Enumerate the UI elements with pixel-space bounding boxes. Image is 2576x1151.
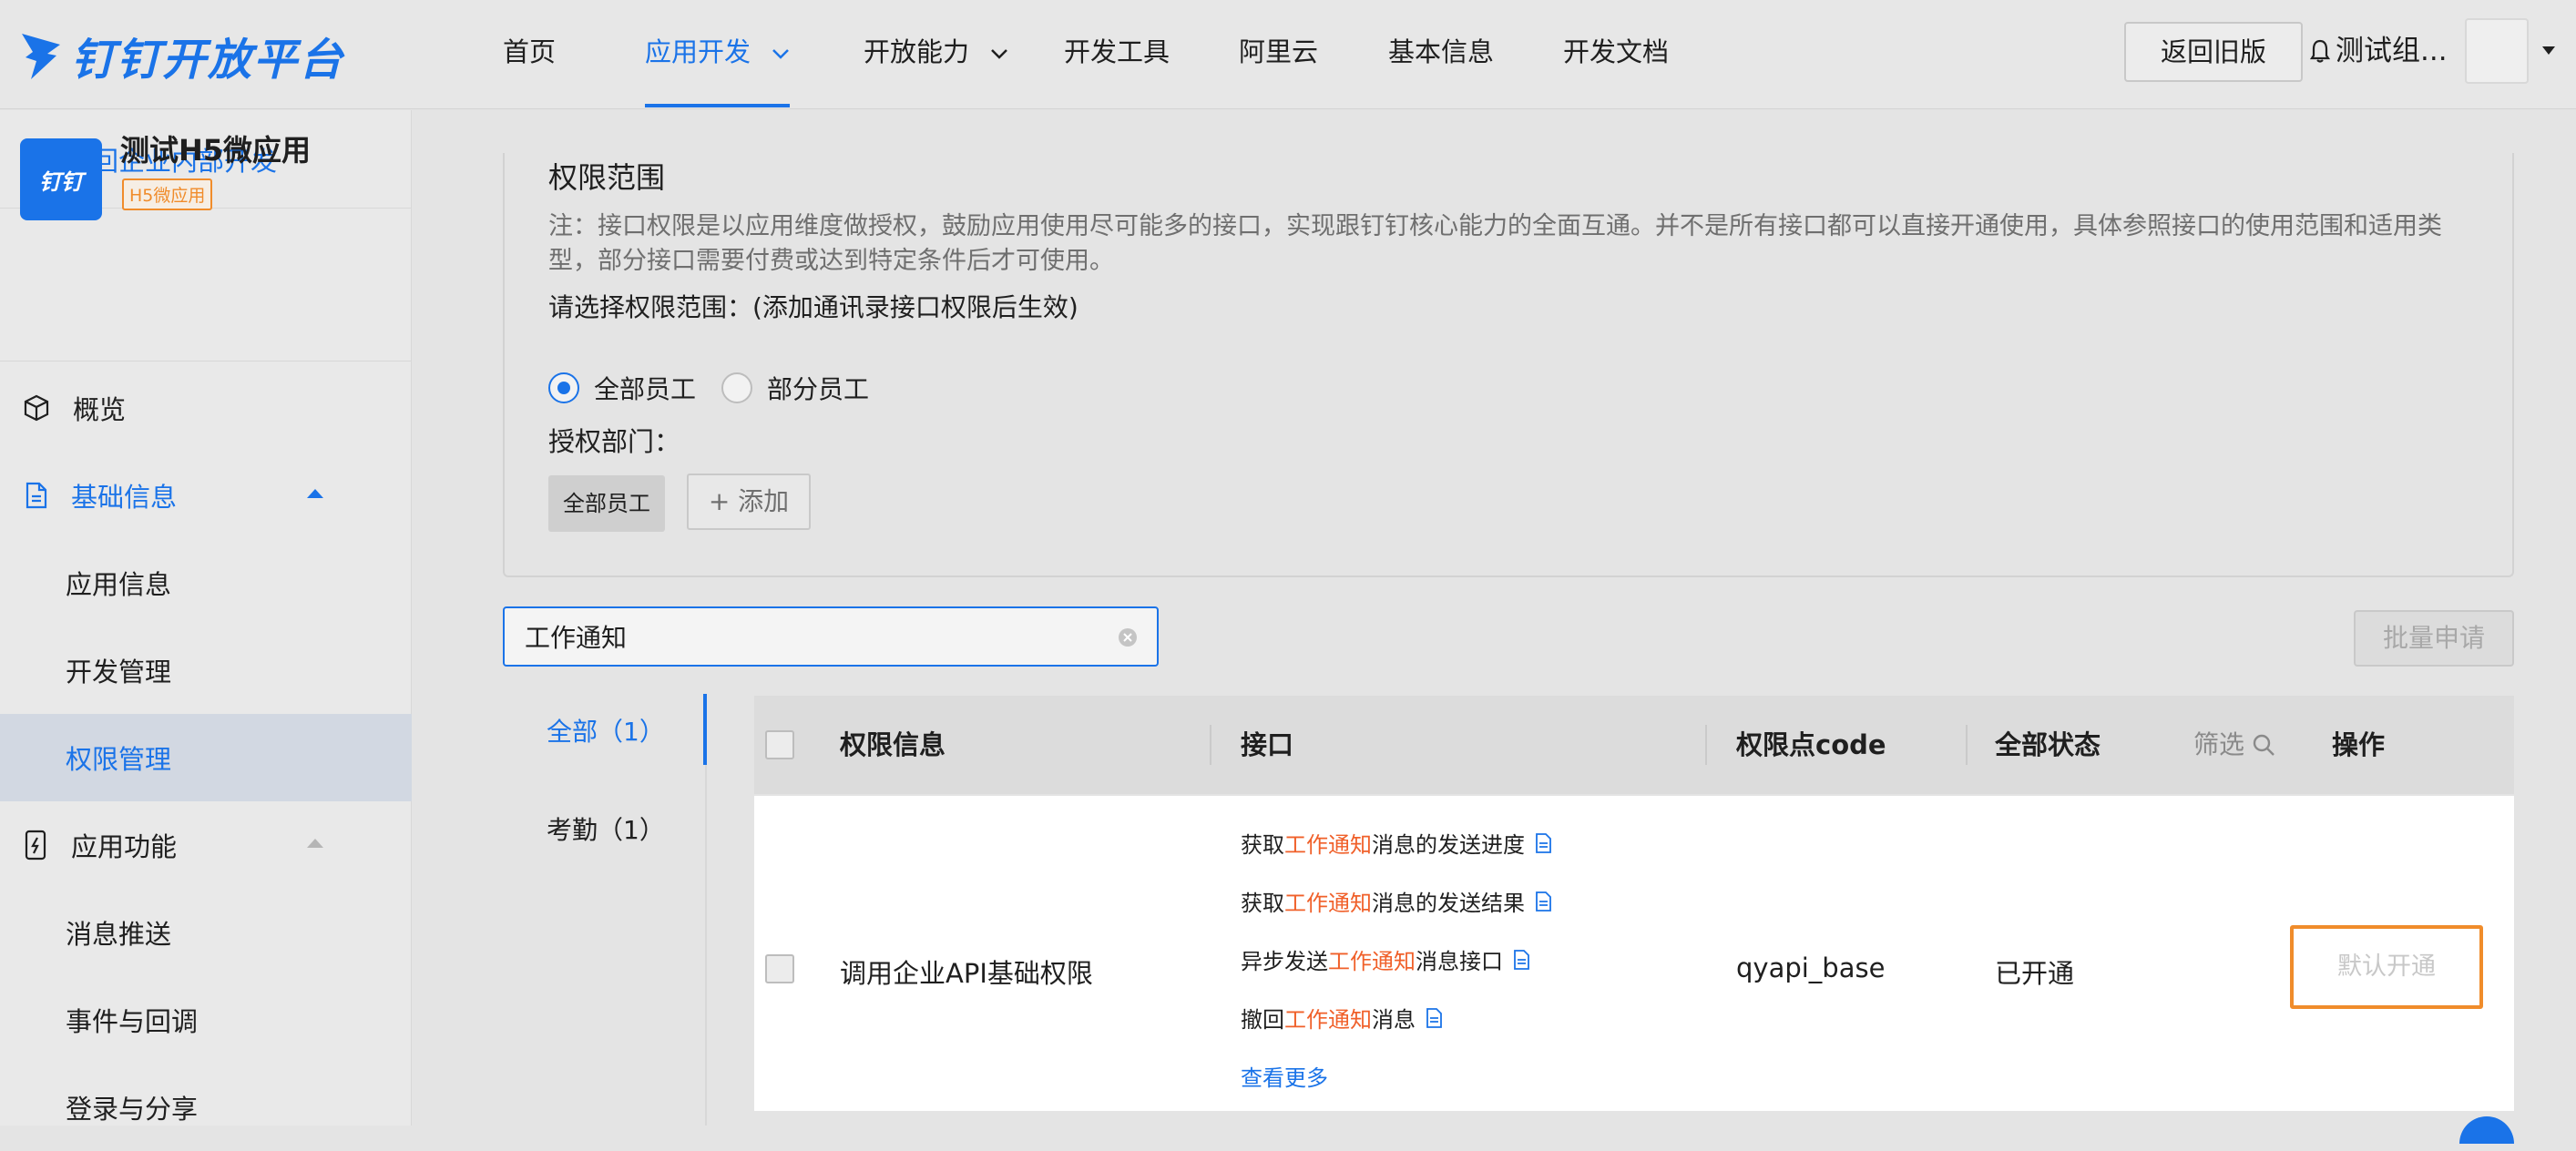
row-checkbox[interactable] xyxy=(765,954,794,983)
api-item: 撤回 工作通知 消息 xyxy=(1241,1002,1443,1034)
tab-divider xyxy=(705,765,707,1126)
sidebar-item-app-features[interactable]: 应用功能 xyxy=(0,801,412,889)
app-card xyxy=(0,209,412,362)
caret-up-icon xyxy=(307,489,323,498)
permission-code: qyapi_base xyxy=(1736,952,1886,983)
radio-selected-indicator xyxy=(548,372,579,403)
top-navigation-bar: 钉钉开放平台 首页 应用开发 开放能力 开发工具 阿里云 基本信息 开发文档 返… xyxy=(0,0,2576,109)
sidebar-item-message-push[interactable]: 消息推送 xyxy=(0,889,412,976)
doc-link-icon[interactable] xyxy=(1512,949,1530,971)
active-tab-indicator xyxy=(703,694,707,765)
scope-note: 注：接口权限是以应用维度做授权，鼓励应用使用尽可能多的接口，实现跟钉钉核心能力的… xyxy=(548,212,2442,275)
select-all-checkbox[interactable] xyxy=(765,730,794,759)
search-icon xyxy=(2253,734,2274,756)
column-separator xyxy=(1705,725,1707,765)
tab-all[interactable]: 全部（1） xyxy=(547,712,665,749)
api-item: 获取 工作通知 消息的发送结果 xyxy=(1241,885,1552,917)
view-more-link[interactable]: 查看更多 xyxy=(1241,1060,1328,1092)
search-input[interactable] xyxy=(525,616,1071,657)
avatar[interactable] xyxy=(2465,18,2529,84)
nav-open-capabilities[interactable]: 开放能力 xyxy=(864,0,1008,107)
column-separator xyxy=(1210,725,1211,765)
radio-indicator xyxy=(721,372,752,403)
help-bubble-icon[interactable] xyxy=(2459,1116,2514,1144)
permission-name: 调用企业API基础权限 xyxy=(840,958,1093,989)
back-to-old-version-button[interactable]: 返回旧版 xyxy=(2124,22,2303,82)
radio-all-employees[interactable]: 全部员工 xyxy=(548,370,696,406)
logo-text: 钉钉开放平台 xyxy=(71,35,345,86)
org-name: 测试组... xyxy=(2336,35,2448,67)
caret-up-icon xyxy=(307,839,323,848)
default-enabled-button[interactable]: 默认开通 xyxy=(2290,925,2483,1009)
permission-status: 已开通 xyxy=(1995,958,2075,989)
batch-apply-button[interactable]: 批量申请 xyxy=(2354,610,2514,667)
tab-attendance[interactable]: 考勤（1） xyxy=(547,810,665,847)
sidebar-item-overview[interactable]: 概览 xyxy=(0,364,412,452)
doc-link-icon[interactable] xyxy=(1534,891,1552,912)
column-status: 全部状态 xyxy=(1995,729,2101,760)
app-name: 测试H5微应用 xyxy=(120,133,312,168)
column-api: 接口 xyxy=(1241,729,1294,760)
nav-dev-tools[interactable]: 开发工具 xyxy=(1064,0,1170,107)
org-switcher[interactable]: 测试组... xyxy=(2310,0,2448,102)
mobile-lightning-icon xyxy=(25,830,46,861)
nav-dev-docs[interactable]: 开发文档 xyxy=(1563,0,1669,107)
nav-app-development[interactable]: 应用开发 xyxy=(645,0,791,107)
api-item: 获取 工作通知 消息的发送进度 xyxy=(1241,827,1552,859)
table-header: 权限信息 接口 权限点code 全部状态 筛选 操作 xyxy=(754,696,2514,794)
radio-some-employees[interactable]: 部分员工 xyxy=(721,370,869,406)
column-action: 操作 xyxy=(2332,729,2386,760)
column-permission-info: 权限信息 xyxy=(840,729,946,760)
sidebar-item-permission-management[interactable]: 权限管理 xyxy=(0,714,412,801)
document-icon xyxy=(26,482,47,509)
sidebar-item-basic-info[interactable]: 基础信息 xyxy=(0,452,412,539)
cube-icon xyxy=(24,394,49,422)
dept-tag-all-employees: 全部员工 xyxy=(548,475,665,532)
nav-home[interactable]: 首页 xyxy=(503,0,556,107)
column-permission-code: 权限点code xyxy=(1736,729,1886,760)
doc-link-icon[interactable] xyxy=(1534,832,1552,854)
scope-select-label: 请选择权限范围：(添加通讯录接口权限后生效) xyxy=(548,292,1078,322)
app-type-badge: H5微应用 xyxy=(122,178,213,210)
auth-dept-label: 授权部门： xyxy=(548,426,681,457)
column-separator xyxy=(1966,725,1968,765)
app-logo-icon: 钉钉 xyxy=(20,138,102,220)
sidebar-item-events-callbacks[interactable]: 事件与回调 xyxy=(0,976,412,1064)
nav-basic-info[interactable]: 基本信息 xyxy=(1388,0,1494,107)
nav-aliyun[interactable]: 阿里云 xyxy=(1239,0,1318,107)
panel-title: 权限范围 xyxy=(548,160,666,195)
sidebar-item-login-share[interactable]: 登录与分享 xyxy=(0,1064,412,1151)
status-filter[interactable]: 筛选 xyxy=(2193,696,2275,794)
dingtalk-wing-icon xyxy=(22,34,60,79)
bell-icon xyxy=(2310,39,2330,63)
clear-circle-icon[interactable] xyxy=(1117,626,1139,648)
sidebar-item-dev-management[interactable]: 开发管理 xyxy=(0,626,412,714)
chevron-down-icon xyxy=(772,49,790,59)
dingtalk-logo[interactable]: 钉钉开放平台 xyxy=(20,24,344,87)
chevron-down-icon xyxy=(991,49,1008,59)
caret-down-icon[interactable] xyxy=(2541,46,2556,56)
add-dept-button[interactable]: + 添加 xyxy=(687,474,811,530)
doc-link-icon[interactable] xyxy=(1425,1007,1443,1029)
permission-search-box[interactable] xyxy=(503,606,1159,667)
sidebar-item-app-info[interactable]: 应用信息 xyxy=(0,539,412,626)
api-item: 异步发送 工作通知 消息接口 xyxy=(1241,943,1530,975)
